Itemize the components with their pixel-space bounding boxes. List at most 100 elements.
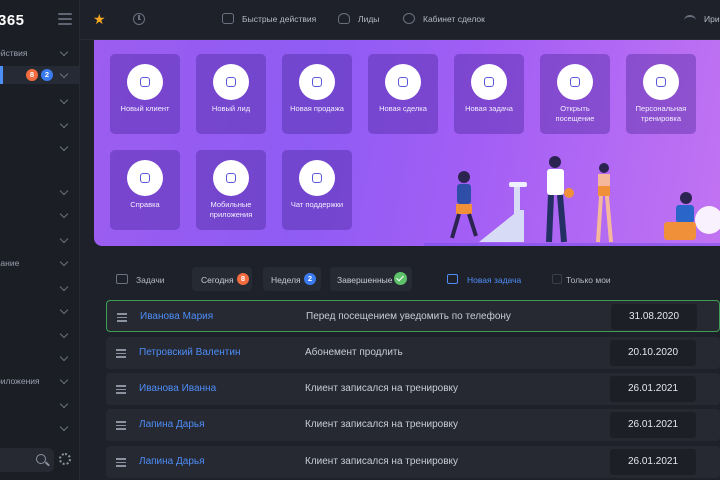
date-cell: 31.08.2020 — [611, 304, 697, 330]
table-row[interactable]: Петровский Валентин Абонемент продлить 2… — [106, 337, 720, 369]
drag-handle-icon[interactable] — [116, 349, 126, 358]
table-row[interactable]: Лапина Дарья Клиент записался на трениро… — [106, 446, 720, 478]
deals-icon — [403, 13, 415, 24]
tasks-icon — [116, 274, 128, 284]
task-icon — [471, 64, 507, 100]
star-icon[interactable]: ★ — [93, 10, 106, 28]
tile-support-chat[interactable]: Чат поддержки — [282, 150, 352, 230]
clock-icon[interactable] — [133, 13, 145, 25]
task-description: Клиент записался на тренировку — [305, 456, 459, 467]
chevron-down-icon — [59, 142, 69, 152]
chevron-down-icon — [59, 257, 69, 267]
drag-handle-icon[interactable] — [116, 458, 126, 467]
client-name-link[interactable]: Лапина Дарья — [139, 419, 205, 430]
chevron-down-icon — [59, 329, 69, 339]
hamburger-menu-icon[interactable] — [58, 13, 72, 25]
chevron-down-icon — [59, 119, 69, 129]
sidebar-item-active[interactable]: 8 2 — [0, 66, 79, 84]
date-cell: 26.01.2021 — [610, 412, 696, 438]
chevron-down-icon — [59, 352, 69, 362]
filter-label: Неделя — [271, 275, 301, 285]
new-task-button[interactable]: Новая задача — [467, 275, 521, 285]
tile-label: Справка — [130, 200, 160, 209]
sidebar-item[interactable] — [0, 422, 79, 437]
filter-done-button[interactable]: Завершенные — [330, 267, 412, 291]
tile-label: Новая задача — [465, 104, 513, 113]
sidebar-item[interactable] — [0, 234, 79, 249]
client-name-link[interactable]: Лапина Дарья — [139, 456, 205, 467]
user-icon — [127, 64, 163, 100]
filter-today-button[interactable]: Сегодня 8 — [192, 267, 252, 291]
chevron-down-icon — [59, 422, 69, 432]
sidebar-item[interactable] — [0, 399, 79, 414]
gear-icon[interactable] — [59, 453, 71, 465]
table-row[interactable]: Иванова Иванна Клиент записался на трени… — [106, 373, 720, 405]
sidebar-item[interactable] — [0, 186, 79, 201]
deals-link[interactable]: Кабинет сделок — [423, 14, 485, 24]
tile-glyph — [312, 77, 322, 87]
sidebar-item[interactable] — [0, 305, 79, 320]
table-row[interactable]: Лапина Дарья Клиент записался на трениро… — [106, 409, 720, 441]
only-mine-label: Только мои — [566, 275, 611, 285]
tile-new-deal[interactable]: Новая сделка — [368, 54, 438, 134]
task-date: 20.10.2020 — [627, 347, 679, 358]
date-cell: 20.10.2020 — [610, 340, 696, 366]
client-name-link[interactable]: Иванова Иванна — [139, 383, 216, 394]
tile-label: Персональная тренировка — [635, 104, 687, 123]
sidebar-item[interactable] — [0, 209, 79, 224]
tile-help[interactable]: Справка — [110, 150, 180, 230]
quick-actions-icon — [222, 13, 234, 24]
tile-mobile-apps[interactable]: Мобильные приложения — [196, 150, 266, 230]
date-cell: 26.01.2021 — [610, 449, 696, 475]
tile-label: Открыть посещение — [555, 104, 595, 123]
tile-new-task[interactable]: Новая задача — [454, 54, 524, 134]
tile-label: Мобильные приложения — [209, 200, 253, 219]
sidebar-badge-orange: 8 — [26, 69, 38, 81]
tile-new-client[interactable]: Новый клиент — [110, 54, 180, 134]
quick-actions-link[interactable]: Быстрые действия — [242, 14, 316, 24]
sidebar-item[interactable] — [0, 282, 79, 297]
tile-new-sale[interactable]: Новая продажа — [282, 54, 352, 134]
task-description: Клиент записался на тренировку — [305, 419, 459, 430]
user-icon — [213, 64, 249, 100]
filter-count: 8 — [237, 273, 249, 285]
task-description: Клиент записался на тренировку — [305, 383, 459, 394]
user-icon — [643, 64, 679, 100]
filter-label: Завершенные — [337, 275, 393, 285]
chevron-down-icon — [59, 234, 69, 244]
sidebar-item[interactable] — [0, 142, 79, 157]
tasks-title: Задачи — [136, 275, 165, 285]
sidebar-item[interactable] — [0, 352, 79, 367]
table-row[interactable]: Иванова Мария Перед посещением уведомить… — [106, 300, 720, 332]
tile-label: Новая сделка — [379, 104, 427, 113]
tile-label: Чат поддержки — [290, 200, 344, 209]
sidebar-item-reservation[interactable]: вание — [0, 257, 79, 272]
tile-label: Новый лид — [211, 104, 251, 113]
tile-new-lead[interactable]: Новый лид — [196, 54, 266, 134]
sidebar: 365 ействия 8 2 вание риложения — [0, 0, 80, 480]
sidebar-item-label: ействия — [0, 48, 28, 58]
chevron-down-icon — [59, 399, 69, 409]
only-mine-checkbox[interactable] — [552, 274, 562, 284]
task-date: 26.01.2021 — [627, 419, 679, 430]
sidebar-item-apps[interactable]: риложения — [0, 375, 79, 390]
tile-open-visit[interactable]: Открыть посещение — [540, 54, 610, 134]
sidebar-item[interactable] — [0, 95, 79, 110]
sidebar-item-actions[interactable]: ействия — [0, 47, 79, 62]
drag-handle-icon[interactable] — [116, 385, 126, 394]
leads-icon — [338, 13, 350, 24]
drag-handle-icon[interactable] — [117, 313, 127, 322]
search-icon[interactable] — [36, 454, 46, 464]
client-name-link[interactable]: Петровский Валентин — [139, 347, 240, 358]
tile-personal-training[interactable]: Персональная тренировка — [626, 54, 696, 134]
leads-link[interactable]: Лиды — [358, 14, 379, 24]
sidebar-badge-blue: 2 — [41, 69, 53, 81]
drag-handle-icon[interactable] — [116, 421, 126, 430]
chevron-down-icon — [59, 69, 69, 79]
sidebar-item-label: вание — [0, 258, 20, 268]
sidebar-item[interactable] — [0, 329, 79, 344]
user-name[interactable]: Ири — [704, 14, 720, 24]
filter-week-button[interactable]: Неделя 2 — [263, 267, 321, 291]
client-name-link[interactable]: Иванова Мария — [140, 311, 213, 322]
sidebar-item[interactable] — [0, 119, 79, 134]
